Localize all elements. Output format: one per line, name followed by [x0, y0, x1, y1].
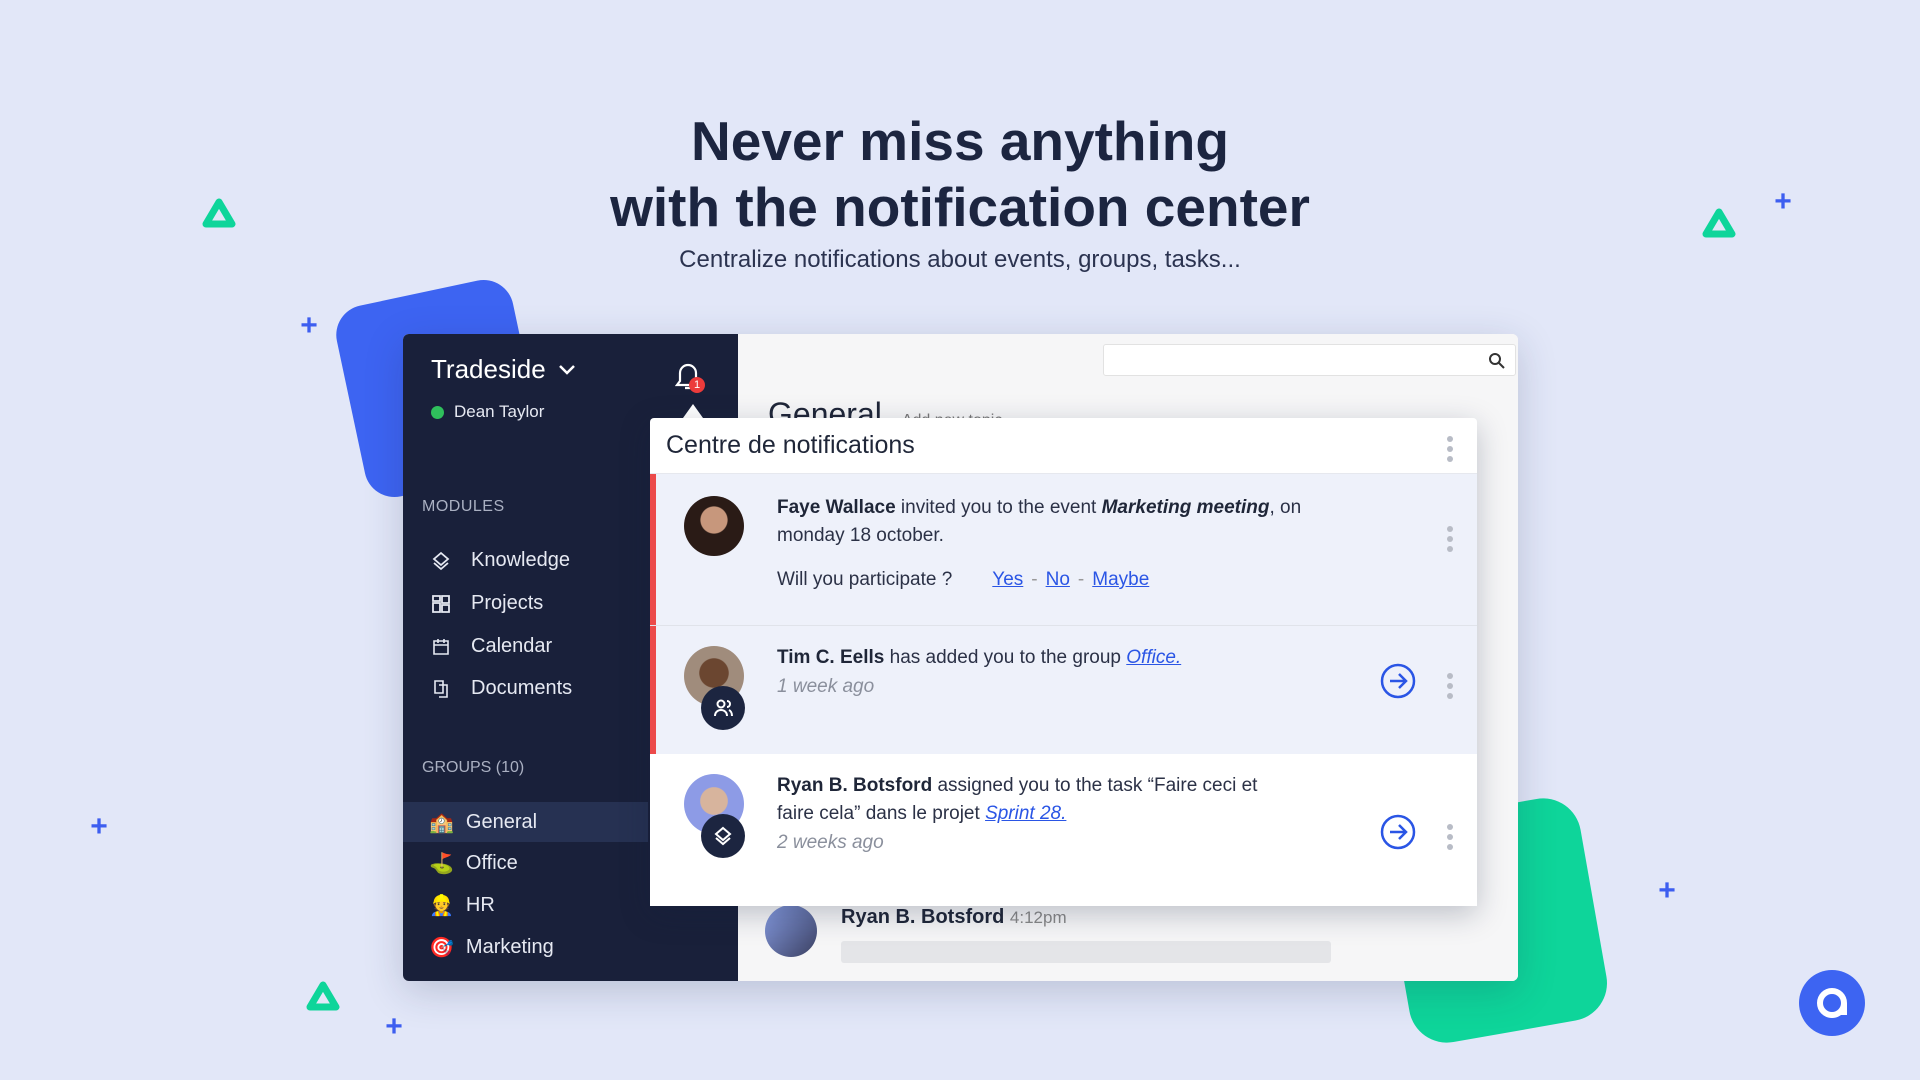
sidebar-group-hr[interactable]: 👷 HR — [403, 885, 648, 925]
sidebar-item-documents[interactable]: Documents — [431, 677, 572, 700]
sidebar-item-label: Documents — [471, 677, 573, 699]
grid-icon — [432, 594, 450, 613]
target-icon: 🎯 — [429, 936, 454, 959]
group-label: General — [465, 810, 538, 833]
message-time: 4:12pm — [1009, 908, 1067, 927]
notification-item[interactable]: Tim C. Eells has added you to the group … — [650, 626, 1477, 754]
hero-subtitle: Centralize notifications about events, g… — [679, 246, 1241, 273]
notification-item[interactable]: Faye Wallace invited you to the event Ma… — [650, 474, 1477, 626]
triangle-decoration-icon — [1702, 208, 1736, 238]
chevron-down-icon — [558, 364, 575, 375]
notification-more-menu[interactable] — [1447, 824, 1453, 854]
sidebar-item-label: Knowledge — [471, 549, 570, 571]
rsvp-row: Will you participate ? Yes - No - Maybe — [777, 566, 1149, 594]
message-author: Ryan B. Botsford 4:12pm — [841, 906, 1067, 929]
search-icon — [1489, 353, 1505, 369]
group-office-link[interactable]: Office. — [1126, 647, 1181, 668]
message-placeholder — [841, 941, 1331, 963]
notification-more-menu[interactable] — [1447, 673, 1453, 703]
group-badge — [701, 686, 745, 730]
notification-count-badge: 1 — [689, 377, 705, 393]
online-status-dot — [431, 405, 444, 419]
title-line-1: Never miss anything — [691, 110, 1229, 172]
search-input[interactable] — [1103, 344, 1516, 376]
user-name: Dean Taylor — [454, 402, 545, 421]
triangle-decoration-icon — [202, 198, 236, 228]
plus-decoration-icon: + — [1658, 874, 1676, 907]
notification-time: 2 weeks ago — [777, 832, 884, 853]
panel-pointer — [683, 404, 703, 418]
sidebar-item-projects[interactable]: Projects — [431, 592, 543, 615]
plus-decoration-icon: + — [300, 309, 318, 342]
sidebar-item-label: Projects — [471, 592, 544, 614]
panel-title: Centre de notifications — [666, 431, 915, 459]
arrow-right-circle-icon[interactable] — [1380, 814, 1416, 850]
workspace-name: Tradeside — [431, 354, 546, 384]
group-label: HR — [465, 893, 495, 916]
documents-icon — [434, 679, 448, 698]
avatar-faye-wallace — [684, 496, 744, 556]
brand-logo — [1799, 970, 1865, 1036]
notification-bell-button[interactable]: 1 — [674, 362, 705, 394]
plus-decoration-icon: + — [385, 1010, 403, 1043]
layers-icon — [714, 826, 732, 846]
group-label: Marketing — [465, 935, 554, 958]
hero-title: Never miss anything with the notification… — [0, 108, 1920, 240]
notification-more-menu[interactable] — [1447, 526, 1453, 556]
notification-center-panel: Centre de notifications Faye Wallace inv… — [650, 418, 1477, 906]
title-line-2: with the notification center — [610, 176, 1310, 238]
notification-text: Faye Wallace invited you to the event Ma… — [777, 497, 1302, 546]
golf-flag-icon: ⛳ — [429, 852, 454, 875]
notification-time: 1 week ago — [777, 676, 875, 697]
sidebar-group-marketing[interactable]: 🎯 Marketing — [403, 927, 648, 967]
logo-icon — [1817, 988, 1847, 1018]
task-badge — [701, 814, 745, 858]
arrow-right-circle-icon[interactable] — [1380, 663, 1416, 699]
users-icon — [714, 699, 733, 717]
sidebar-item-label: Calendar — [471, 635, 553, 657]
sidebar-item-knowledge[interactable]: Knowledge — [431, 549, 570, 572]
group-label: Office — [465, 851, 518, 874]
sidebar-item-calendar[interactable]: Calendar — [431, 635, 552, 658]
groups-heading: GROUPS (10) — [422, 759, 525, 776]
layers-icon — [432, 551, 450, 570]
rsvp-maybe-link[interactable]: Maybe — [1092, 566, 1149, 594]
unread-indicator — [650, 474, 656, 625]
unread-indicator — [650, 626, 656, 754]
modules-heading: MODULES — [422, 498, 505, 515]
plus-decoration-icon: + — [90, 810, 108, 843]
panel-header: Centre de notifications — [650, 418, 1477, 474]
message-avatar — [765, 905, 817, 957]
notification-item[interactable]: Ryan B. Botsford assigned you to the tas… — [650, 754, 1477, 906]
rsvp-question: Will you participate ? — [777, 569, 953, 590]
plus-decoration-icon: + — [1774, 185, 1792, 218]
rsvp-yes-link[interactable]: Yes — [992, 566, 1023, 594]
notification-text: Ryan B. Botsford assigned you to the tas… — [777, 775, 1258, 824]
notification-text: Tim C. Eells has added you to the group … — [777, 647, 1182, 668]
author-name: Ryan B. Botsford — [841, 906, 1005, 928]
worker-icon: 👷 — [429, 894, 454, 917]
sidebar-group-general[interactable]: 🏫 General — [403, 802, 648, 842]
sidebar-group-office[interactable]: ⛳ Office — [403, 843, 648, 883]
workspace-switcher[interactable]: Tradeside — [431, 354, 576, 385]
school-icon: 🏫 — [429, 811, 454, 834]
rsvp-no-link[interactable]: No — [1046, 566, 1070, 594]
current-user: Dean Taylor — [431, 402, 544, 422]
triangle-decoration-icon — [306, 981, 340, 1011]
calendar-icon — [433, 638, 449, 655]
panel-more-menu[interactable] — [1447, 436, 1453, 466]
project-sprint-link[interactable]: Sprint 28. — [985, 803, 1066, 824]
